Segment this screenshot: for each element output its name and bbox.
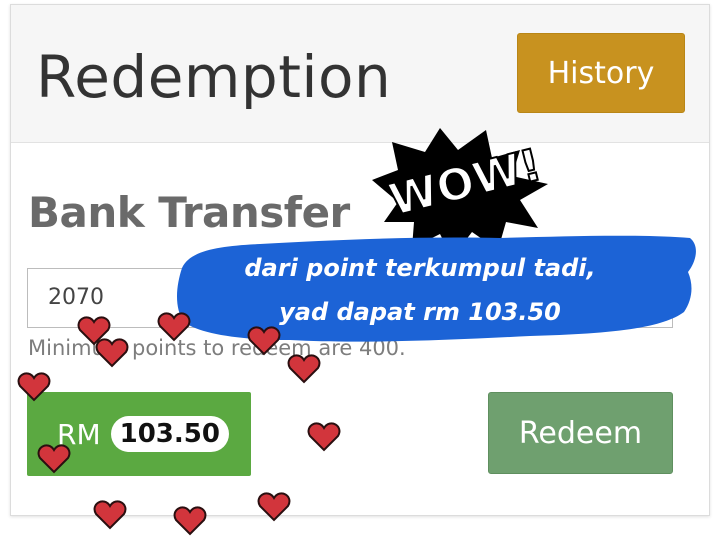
history-button[interactable]: History [517, 33, 685, 113]
currency-label: RM [57, 417, 101, 451]
page-title: Redemption [36, 43, 392, 111]
redeem-button[interactable]: Redeem [488, 392, 673, 474]
caption-line-2: yad dapat rm 103.50 [279, 298, 561, 326]
minimum-points-hint: Minimum points to redeem are 400. [28, 336, 406, 360]
caption-line-1: dari point terkumpul tadi, [244, 254, 596, 282]
amount-value: 103.50 [110, 416, 229, 452]
amount-button[interactable]: RM 103.50 [27, 392, 251, 476]
card-header: Redemption History [11, 5, 709, 143]
section-title: Bank Transfer [28, 188, 350, 237]
